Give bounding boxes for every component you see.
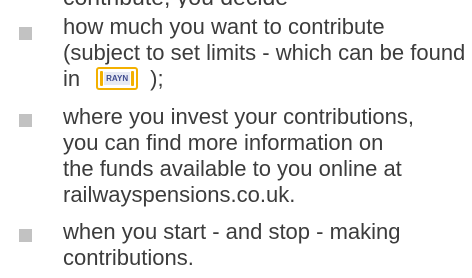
bullet-list: how much you want to contribute (subject… [0,0,472,278]
bullet-item-contribution-timing: when you start - and stop - making contr… [0,219,472,273]
bullet-line: you can find more information on [63,130,384,155]
bullet-line: the funds available to you online at [63,156,402,181]
bullet-item-investment-choice: where you invest your contributions, you… [0,104,472,210]
inline-suffix-text: ); [150,66,164,91]
bullet-line: contributions. [63,245,194,270]
bullet-line: where you invest your contributions, [63,104,414,129]
bullet-line: (subject to set limits - which can be fo… [63,40,466,65]
bullet-text: where you invest your contributions, you… [63,104,468,208]
bullet-line: how much you want to contribute [63,14,385,39]
rayn-badge-label: RAYN [104,72,131,85]
bullet-text: when you start - and stop - making contr… [63,219,468,271]
badge-right-bar [131,71,135,86]
inline-prefix-text: in [63,66,81,91]
bullet-line: railwayspensions.co.uk. [63,182,296,207]
bullet-square-icon [19,229,32,242]
bullet-line: when you start - and stop - making [63,219,401,244]
bullet-square-icon [19,27,32,40]
bullet-line-with-badge: in RAYN); [63,66,468,92]
bullet-text: how much you want to contribute (subject… [63,14,468,92]
rayn-guide-icon: RAYN [96,67,139,90]
bullet-item-contribution-amount: how much you want to contribute (subject… [0,14,472,94]
bullet-square-icon [19,114,32,127]
badge-left-bar [100,71,104,86]
